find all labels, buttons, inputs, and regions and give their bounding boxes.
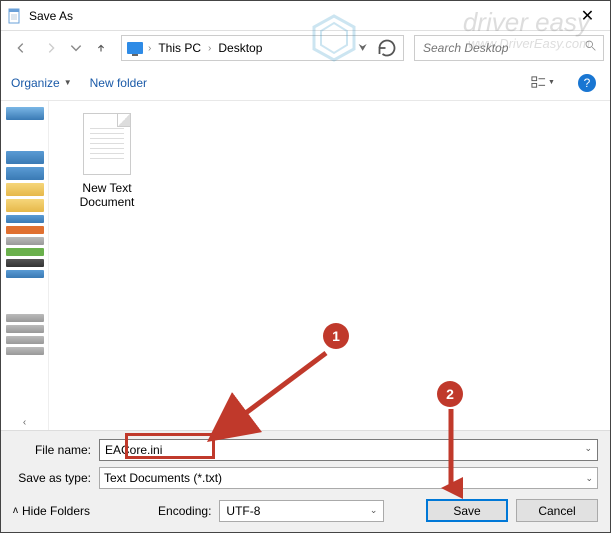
annotation-box-1	[125, 433, 215, 459]
sidebar-thumb[interactable]	[6, 336, 44, 344]
sidebar-thumb[interactable]	[6, 167, 44, 180]
nav-forward-button[interactable]	[37, 34, 65, 62]
nav-back-button[interactable]	[7, 34, 35, 62]
thispc-icon	[126, 41, 144, 55]
save-as-dialog: Save As ✕ › This PC › Desktop ⮟ Organize…	[0, 0, 611, 533]
notepad-icon	[7, 8, 23, 24]
sidebar-thumb[interactable]	[6, 270, 44, 278]
organize-menu[interactable]: Organize ▼	[11, 76, 72, 90]
chevron-right-icon: ›	[146, 43, 153, 54]
sidebar-thumb[interactable]	[6, 107, 44, 120]
savetype-label: Save as type:	[13, 471, 99, 485]
encoding-combo[interactable]: UTF-8 ⌄	[219, 500, 384, 522]
search-icon	[584, 39, 597, 57]
main-area: ‹ New Text Document	[1, 101, 610, 430]
text-file-icon	[83, 113, 131, 175]
refresh-button[interactable]	[375, 36, 399, 60]
filename-label: File name:	[13, 443, 99, 457]
chevron-down-icon[interactable]: ⌄	[584, 443, 592, 454]
help-button[interactable]: ?	[574, 70, 600, 96]
sidebar-thumb[interactable]	[6, 226, 44, 234]
sidebar-thumb[interactable]	[6, 183, 44, 196]
savetype-combo[interactable]: Text Documents (*.txt) ⌄	[99, 467, 598, 489]
navbar: › This PC › Desktop ⮟	[1, 31, 610, 65]
cancel-button[interactable]: Cancel	[516, 499, 598, 522]
chevron-down-icon: ▼	[64, 78, 72, 87]
chevron-down-icon: ⌄	[370, 505, 378, 516]
chevron-down-icon: ⌄	[585, 473, 593, 484]
sidebar-thumb[interactable]	[6, 237, 44, 245]
sidebar-thumb[interactable]	[6, 314, 44, 322]
sidebar-thumb[interactable]	[6, 259, 44, 267]
nav-recent-button[interactable]	[67, 34, 85, 62]
sidebar-thumb[interactable]	[6, 199, 44, 212]
encoding-label: Encoding:	[158, 504, 211, 518]
toolbar: Organize ▼ New folder ▼ ?	[1, 65, 610, 101]
bottom-panel: File name: ⌄ Save as type: Text Document…	[1, 430, 610, 532]
sidebar-thumb[interactable]	[6, 215, 44, 223]
search-input[interactable]	[421, 40, 584, 56]
search-box[interactable]	[414, 35, 604, 61]
breadcrumb-desktop[interactable]: Desktop	[215, 41, 265, 55]
hide-folders-button[interactable]: ʌ Hide Folders	[13, 504, 90, 518]
file-list[interactable]: New Text Document	[49, 101, 610, 430]
view-options-button[interactable]: ▼	[530, 70, 556, 96]
sidebar-thumb[interactable]	[6, 325, 44, 333]
sidebar-thumb[interactable]	[6, 347, 44, 355]
chevron-up-icon: ʌ	[13, 505, 18, 516]
sidebar-thumb[interactable]	[6, 151, 44, 164]
new-folder-button[interactable]: New folder	[90, 76, 147, 90]
chevron-right-icon: ›	[206, 43, 213, 54]
breadcrumb-thispc[interactable]: This PC	[155, 41, 204, 55]
sidebar[interactable]: ‹	[1, 101, 49, 430]
nav-up-button[interactable]	[87, 34, 115, 62]
close-button[interactable]: ✕	[565, 1, 610, 31]
file-item[interactable]: New Text Document	[67, 113, 147, 209]
file-label: New Text Document	[67, 181, 147, 209]
save-button[interactable]: Save	[426, 499, 508, 522]
chevron-left-icon[interactable]: ‹	[23, 417, 26, 428]
window-title: Save As	[29, 9, 565, 23]
breadcrumb-drop-icon[interactable]: ⮟	[355, 43, 372, 54]
sidebar-thumb[interactable]	[6, 248, 44, 256]
breadcrumb[interactable]: › This PC › Desktop ⮟	[121, 35, 404, 61]
titlebar: Save As ✕	[1, 1, 610, 31]
help-icon: ?	[578, 74, 596, 92]
